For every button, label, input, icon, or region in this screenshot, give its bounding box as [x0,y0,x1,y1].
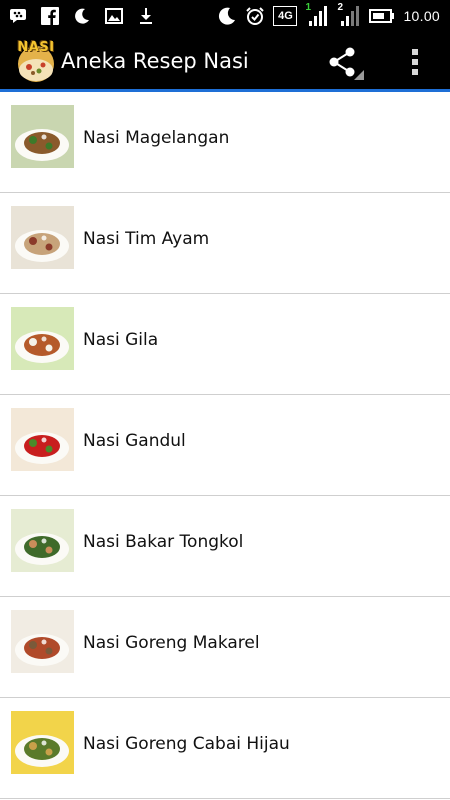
recipe-name: Nasi Gila [83,330,159,350]
recipe-name: Nasi Magelangan [83,128,230,148]
recipe-list-item[interactable]: Nasi Magelangan [0,92,450,193]
recipe-name: Nasi Goreng Cabai Hijau [83,734,290,754]
recipe-list-item[interactable]: Nasi Goreng Makarel [0,597,450,698]
recipe-list-item[interactable]: Nasi Tim Ayam [0,193,450,294]
moon-icon [72,6,92,26]
recipe-name: Nasi Goreng Makarel [83,633,260,653]
recipe-name: Nasi Bakar Tongkol [83,532,244,552]
recipe-thumbnail [11,509,74,572]
overflow-menu-button[interactable] [400,44,430,80]
recipe-thumbnail [11,408,74,471]
moon-icon [217,6,237,26]
app-title: Aneka Resep Nasi [61,49,249,73]
system-icons: 4G 1 2 10.00 [217,2,440,28]
share-icon [329,47,364,80]
app-logo: NASI [14,40,58,84]
sim1-label: 1 [305,2,312,13]
recipe-thumbnail [11,206,74,269]
network-label: 4G [278,10,293,22]
recipe-list-item[interactable]: Nasi Bakar Tongkol [0,496,450,597]
recipe-thumbnail [11,307,74,370]
share-button[interactable] [324,44,366,82]
facebook-icon [40,6,60,26]
recipe-list-item[interactable]: Nasi Gila [0,294,450,395]
recipe-name: Nasi Tim Ayam [83,229,210,249]
download-icon [136,6,156,26]
overflow-menu-icon [412,49,418,75]
recipe-thumbnail [11,105,74,168]
signal-sim2-icon: 2 [337,2,361,27]
sim2-label: 2 [337,2,344,13]
bbm-icon [8,6,28,26]
recipe-list-item[interactable]: Nasi Goreng Cabai Hijau [0,698,450,799]
action-bar: NASI Aneka Resep Nasi [0,32,450,92]
notification-icons [8,5,156,27]
clock: 10.00 [403,8,440,24]
signal-sim1-icon: 1 [305,2,329,27]
recipe-name: Nasi Gandul [83,431,186,451]
alarm-icon [245,6,265,26]
recipe-thumbnail [11,711,74,774]
network-4g-icon: 4G [273,6,298,26]
status-bar: 4G 1 2 10.00 [0,0,450,32]
recipe-list: Nasi Magelangan Nasi Tim Ayam Nasi Gila Nas… [0,92,450,799]
recipe-list-item[interactable]: Nasi Gandul [0,395,450,496]
battery-icon [369,6,395,26]
logo-text: NASI [17,40,55,55]
recipe-thumbnail [11,610,74,673]
image-icon [104,6,124,26]
